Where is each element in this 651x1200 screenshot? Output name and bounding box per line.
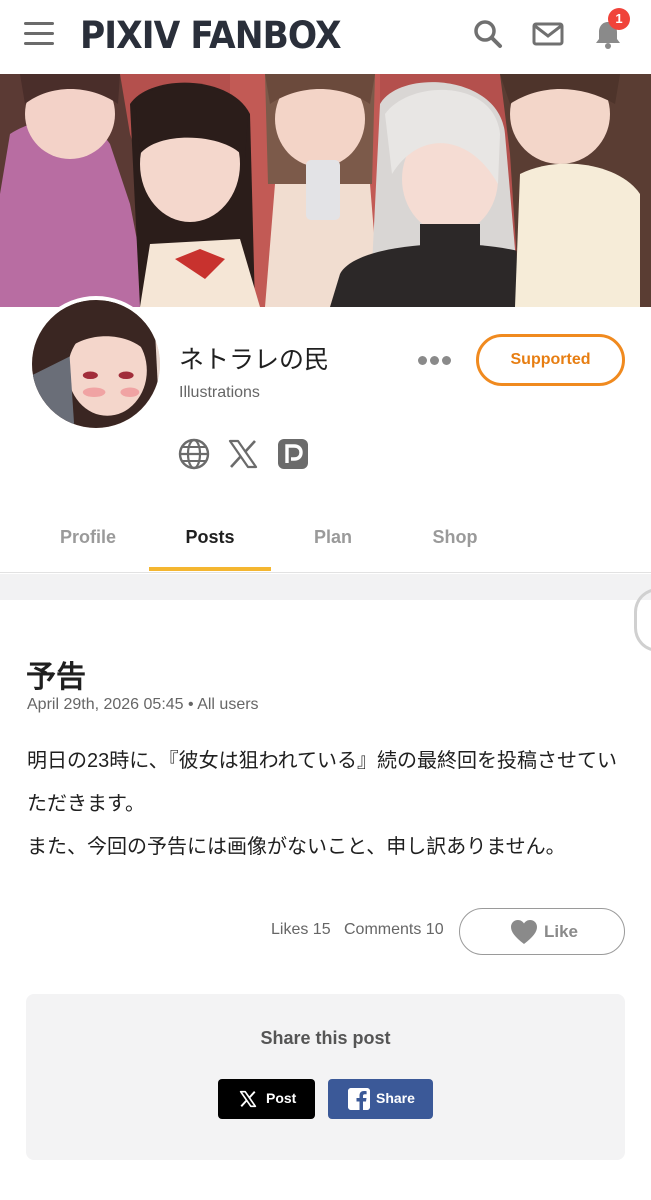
tab-profile[interactable]: Profile	[27, 503, 149, 573]
creator-name[interactable]: ネトラレの民	[179, 340, 329, 376]
post-body: 明日の23時に、『彼女は狙われている』続の最終回を投稿させていただきます。 また…	[27, 740, 627, 869]
post-body-paragraph: また、今回の予告には画像がないこと、申し訳ありません。	[27, 836, 566, 858]
likes-count[interactable]: Likes 15	[271, 921, 331, 939]
globe-icon[interactable]	[178, 438, 210, 470]
heart-icon	[511, 920, 537, 944]
post-date: April 29th, 2026 05:45	[27, 696, 184, 713]
creator-category: Illustrations	[179, 384, 260, 401]
tab-posts[interactable]: Posts	[149, 503, 271, 573]
comments-count[interactable]: Comments 10	[344, 921, 444, 939]
mail-icon[interactable]	[532, 18, 564, 50]
like-button[interactable]: Like	[459, 908, 625, 955]
share-on-x-label: Post	[266, 1090, 297, 1106]
section-divider	[0, 574, 651, 600]
post-audience: All users	[197, 696, 259, 713]
top-bar: PIXIV FANBOX 1	[0, 0, 651, 74]
share-box: Share this post Post Share	[26, 994, 625, 1160]
fanbox-logo[interactable]: PIXIV FANBOX	[80, 14, 342, 57]
post-title: 予告	[26, 661, 86, 694]
like-button-label: Like	[544, 922, 579, 941]
x-icon	[239, 1090, 257, 1108]
post-meta: April 29th, 2026 05:45 • All users	[27, 696, 259, 714]
notification-badge: 1	[608, 8, 630, 30]
supported-button[interactable]: Supported	[476, 334, 625, 386]
menu-icon[interactable]	[24, 22, 56, 46]
facebook-icon	[348, 1088, 370, 1110]
meta-separator: •	[188, 696, 198, 713]
active-tab-indicator	[149, 567, 271, 571]
share-on-facebook-label: Share	[376, 1090, 415, 1106]
share-title: Share this post	[260, 1028, 391, 1048]
cover-image	[0, 74, 651, 307]
share-on-x-button[interactable]: Post	[218, 1079, 315, 1119]
x-icon[interactable]	[227, 438, 259, 470]
creator-tabs: Profile Posts Plan Shop	[0, 503, 651, 573]
search-icon[interactable]	[472, 18, 504, 50]
more-options-icon[interactable]	[418, 352, 456, 366]
share-on-facebook-button[interactable]: Share	[328, 1079, 433, 1119]
tab-plan[interactable]: Plan	[272, 503, 394, 573]
post-body-paragraph: 明日の23時に、『彼女は狙われている』続の最終回を投稿させていただきます。	[27, 750, 618, 815]
pixiv-icon[interactable]	[277, 438, 309, 470]
creator-avatar[interactable]	[28, 296, 164, 432]
tab-shop[interactable]: Shop	[394, 503, 516, 573]
